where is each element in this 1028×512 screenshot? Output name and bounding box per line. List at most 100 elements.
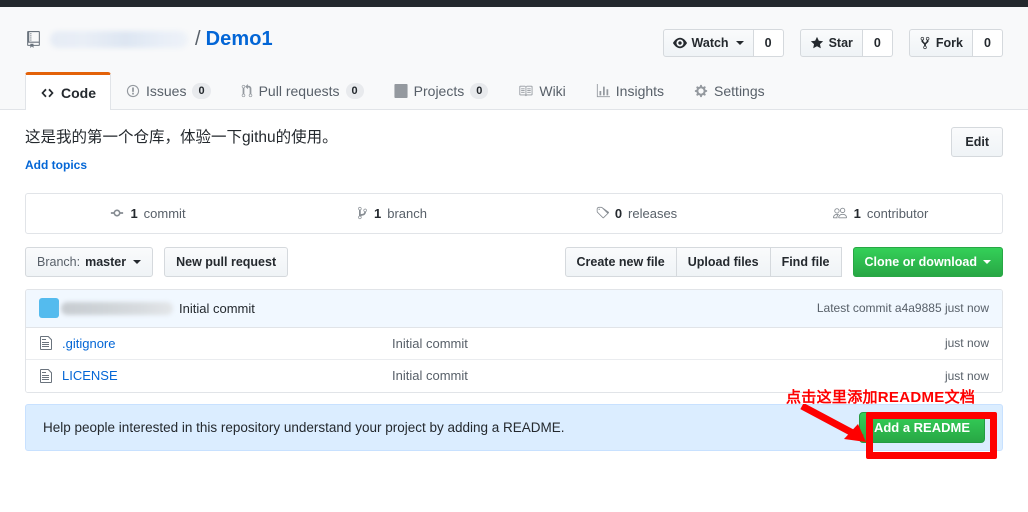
eye-icon (672, 37, 687, 49)
repository-stats-bar: 1 commit 1 branch 0 releases 1 contribut… (25, 192, 1003, 234)
repository-header: / Demo1 Watch 0 Star 0 Fork 0 Code Issue… (0, 7, 1028, 110)
global-navbar (0, 0, 1028, 7)
file-commit-message[interactable]: Initial commit (392, 368, 945, 383)
tab-projects-label: Projects (413, 83, 465, 99)
issue-opened-icon (126, 84, 140, 98)
latest-commit-meta: Latest commit a4a9885 just now (817, 301, 989, 315)
stat-releases-label: releases (628, 205, 678, 221)
latest-commit-sha[interactable]: a4a9885 (895, 301, 942, 315)
star-label: Star (828, 36, 853, 50)
repository-description: 这是我的第一个仓库，体验一下githu的使用。 (25, 129, 338, 146)
commit-author-redacted[interactable] (61, 301, 173, 315)
watch-count[interactable]: 0 (753, 29, 784, 57)
clone-or-download-button[interactable]: Clone or download (852, 246, 1003, 277)
stat-commits[interactable]: 1 commit (26, 194, 270, 233)
code-icon (41, 88, 54, 97)
find-file-button[interactable]: Find file (770, 246, 842, 277)
repo-icon (27, 31, 40, 48)
stat-branches-label: branch (387, 205, 427, 221)
latest-commit-bar: Initial commit Latest commit a4a9885 jus… (26, 289, 1002, 328)
stat-contributors-label: contributor (866, 205, 929, 221)
tab-pull-requests-label: Pull requests (258, 83, 340, 99)
branch-icon (358, 207, 367, 220)
tab-projects-count: 0 (470, 83, 489, 99)
tab-insights[interactable]: Insights (581, 72, 679, 109)
tab-issues-count: 0 (192, 83, 211, 99)
tab-issues-label: Issues (146, 83, 187, 99)
chevron-down-icon (133, 259, 142, 264)
fork-label: Fork (935, 36, 963, 50)
stat-commits-value: 1 (130, 205, 138, 221)
star-count[interactable]: 0 (862, 29, 893, 57)
book-icon (519, 85, 533, 97)
create-new-file-button[interactable]: Create new file (564, 246, 677, 277)
people-icon (832, 207, 847, 219)
readme-callout-text: Help people interested in this repositor… (43, 419, 565, 435)
git-pull-request-icon (241, 84, 252, 98)
commit-icon (111, 209, 124, 217)
tab-pull-requests-count: 0 (345, 83, 364, 99)
fork-count[interactable]: 0 (973, 29, 1003, 57)
branch-selector-button[interactable]: Branch: master (25, 246, 154, 277)
graph-icon (596, 84, 610, 98)
avatar[interactable] (39, 298, 59, 319)
stat-branches[interactable]: 1 branch (270, 194, 514, 233)
file-icon (40, 368, 52, 383)
file-listing: Initial commit Latest commit a4a9885 jus… (25, 288, 1003, 393)
gear-icon (694, 84, 708, 98)
fork-button[interactable]: Fork (908, 29, 973, 57)
branch-name-label: master (85, 254, 127, 269)
project-board-icon (394, 84, 408, 98)
file-commit-age: just now (944, 336, 989, 351)
file-icon (40, 336, 52, 351)
chevron-down-icon (983, 259, 991, 264)
new-pull-request-button[interactable]: New pull request (164, 246, 289, 277)
repository-owner-redacted[interactable] (50, 31, 188, 48)
file-commit-message[interactable]: Initial commit (392, 336, 945, 351)
watch-button[interactable]: Watch (662, 29, 754, 57)
tab-code[interactable]: Code (25, 72, 111, 110)
tab-wiki[interactable]: Wiki (503, 72, 580, 109)
repository-path-separator: / (195, 28, 201, 50)
file-actions-group: Create new file Upload files Find file C… (564, 246, 1003, 277)
github-repository-page: / Demo1 Watch 0 Star 0 Fork 0 Code Issue… (0, 0, 1028, 512)
tab-pull-requests[interactable]: Pull requests 0 (226, 72, 379, 109)
edit-description-button[interactable]: Edit (951, 127, 1003, 157)
add-a-readme-button[interactable]: Add a README (858, 411, 985, 443)
repository-nav-tabs: Code Issues 0 Pull requests 0 Projects 0… (0, 72, 1028, 110)
stat-releases-value: 0 (614, 205, 623, 221)
star-button-group: Star 0 (799, 29, 893, 57)
chevron-down-icon (735, 41, 744, 45)
add-topics-link[interactable]: Add topics (25, 158, 338, 172)
latest-commit-age: just now (944, 301, 989, 316)
file-name-link[interactable]: .gitignore (62, 336, 392, 351)
upload-files-button[interactable]: Upload files (676, 246, 771, 277)
tab-issues[interactable]: Issues 0 (111, 72, 226, 109)
latest-commit-prefix: Latest commit (816, 301, 892, 316)
fork-icon (920, 36, 930, 50)
table-row[interactable]: .gitignore Initial commit just now (26, 327, 1002, 360)
latest-commit-message[interactable]: Initial commit (179, 301, 255, 316)
stat-contributors[interactable]: 1 contributor (758, 194, 1002, 233)
repository-description-row: 这是我的第一个仓库，体验一下githu的使用。 Add topics Edit (25, 110, 1003, 172)
watch-button-group: Watch 0 (662, 29, 784, 57)
branch-prefix-label: Branch: (37, 254, 81, 269)
tab-projects[interactable]: Projects 0 (379, 72, 504, 109)
watch-label: Watch (691, 36, 729, 50)
stat-releases[interactable]: 0 releases (514, 194, 758, 233)
file-name-link[interactable]: LICENSE (62, 368, 392, 383)
tab-wiki-label: Wiki (539, 83, 566, 99)
tab-settings-label: Settings (714, 83, 765, 99)
repository-name-link[interactable]: Demo1 (206, 28, 273, 51)
repository-file-toolbar: Branch: master New pull request Create n… (25, 246, 1003, 277)
star-icon (810, 36, 823, 49)
file-commit-age: just now (944, 368, 989, 383)
tab-insights-label: Insights (615, 83, 665, 99)
fork-button-group: Fork 0 (908, 29, 1003, 57)
star-button[interactable]: Star (799, 29, 863, 57)
tag-icon (596, 207, 609, 219)
repository-action-buttons: Watch 0 Star 0 Fork 0 (662, 29, 1003, 57)
tab-settings[interactable]: Settings (679, 72, 780, 109)
stat-branches-value: 1 (374, 205, 382, 221)
clone-or-download-label: Clone or download (864, 254, 978, 269)
